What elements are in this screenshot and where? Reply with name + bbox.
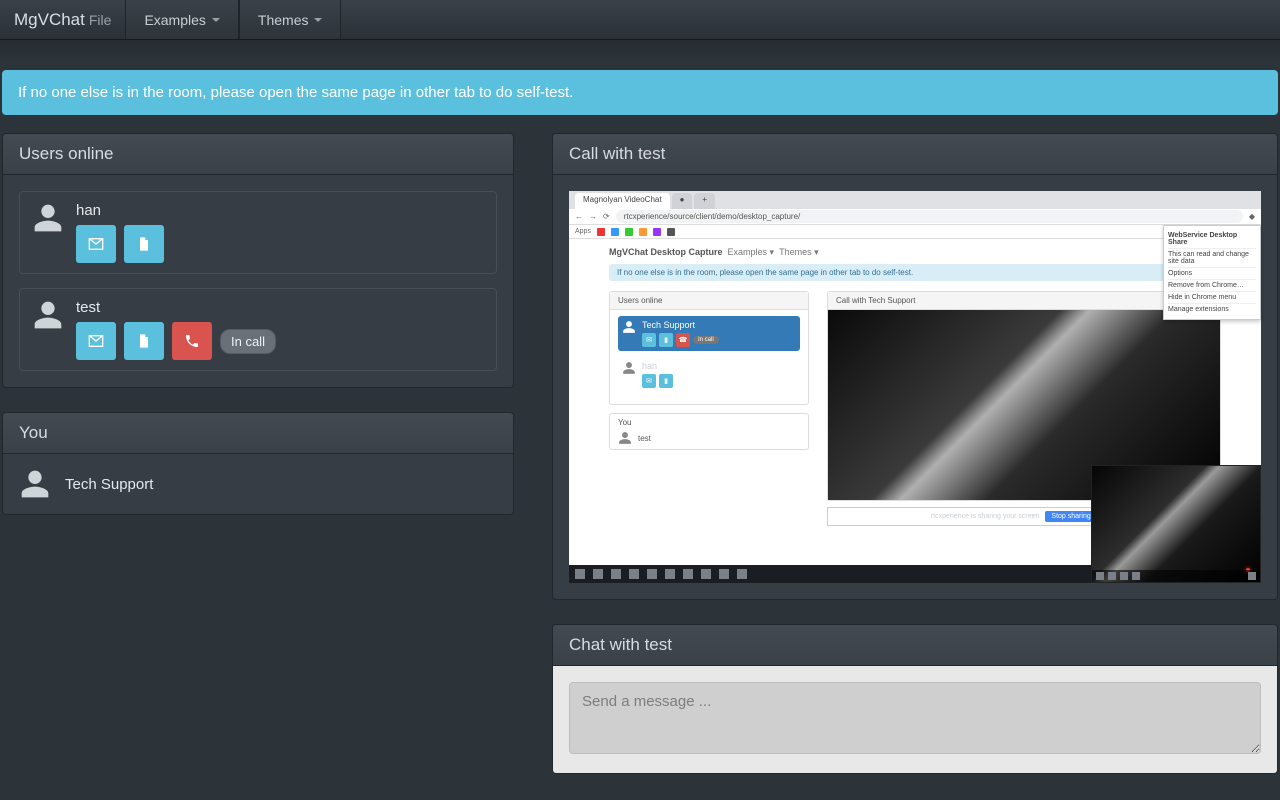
browser-tab: Magnolyan VideoChat — [575, 193, 670, 209]
avatar-icon — [32, 299, 64, 331]
brand-text: MgVChat — [14, 10, 85, 30]
browser-tab: ● — [672, 193, 693, 209]
chat-panel: Chat with test — [552, 624, 1278, 774]
info-alert-text: If no one else is in the room, please op… — [18, 84, 573, 101]
nav-examples-label: Examples — [144, 12, 205, 28]
nav-examples[interactable]: Examples — [125, 0, 238, 39]
file-icon — [136, 333, 152, 349]
extension-icon: ◆ — [1249, 212, 1255, 221]
you-panel: You Tech Support — [2, 412, 514, 515]
file-button[interactable] — [124, 225, 164, 263]
message-input[interactable] — [569, 682, 1261, 754]
nav-themes-label: Themes — [258, 12, 309, 28]
info-alert: If no one else is in the room, please op… — [2, 70, 1278, 115]
back-icon: ← — [575, 212, 583, 221]
user-card-han: han — [19, 191, 497, 274]
user-name: test — [76, 299, 484, 316]
bookmarks-bar: Apps — [569, 225, 1261, 239]
video-area: Magnolyan VideoChat ● + ← → ⟳ rtcxperien… — [569, 191, 1261, 583]
navbar: MgVChat File Examples Themes — [0, 0, 1280, 40]
mail-icon — [88, 236, 104, 252]
status-badge: In call — [220, 329, 276, 354]
mail-icon — [88, 333, 104, 349]
message-button[interactable] — [76, 225, 116, 263]
mini-alert: If no one else is in the room, please op… — [609, 264, 1221, 281]
extension-popup: WebService Desktop Share This can read a… — [1163, 225, 1261, 320]
chevron-down-icon — [314, 18, 322, 22]
nav-themes[interactable]: Themes — [239, 0, 342, 39]
url-bar: rtcxperience/source/client/demo/desktop_… — [616, 210, 1243, 223]
message-button[interactable] — [76, 322, 116, 360]
file-icon — [136, 236, 152, 252]
users-online-title: Users online — [3, 134, 513, 175]
new-tab-button: + — [694, 193, 715, 209]
phone-icon — [184, 333, 200, 349]
you-name: Tech Support — [65, 476, 153, 493]
chat-title: Chat with test — [553, 625, 1277, 666]
user-name: han — [76, 202, 484, 219]
file-button[interactable] — [124, 322, 164, 360]
call-panel: Call with test Magnolyan VideoChat ● + ←… — [552, 133, 1278, 600]
hangup-button[interactable] — [172, 322, 212, 360]
brand-sub: File — [89, 12, 112, 28]
pip-video — [1091, 465, 1261, 583]
call-title: Call with test — [553, 134, 1277, 175]
chevron-down-icon — [212, 18, 220, 22]
forward-icon: → — [589, 212, 597, 221]
you-title: You — [3, 413, 513, 454]
reload-icon: ⟳ — [603, 212, 610, 221]
user-card-test: test In call — [19, 288, 497, 371]
avatar-icon — [32, 202, 64, 234]
users-online-panel: Users online han — [2, 133, 514, 388]
avatar-icon — [19, 468, 51, 500]
brand[interactable]: MgVChat File — [0, 0, 125, 39]
